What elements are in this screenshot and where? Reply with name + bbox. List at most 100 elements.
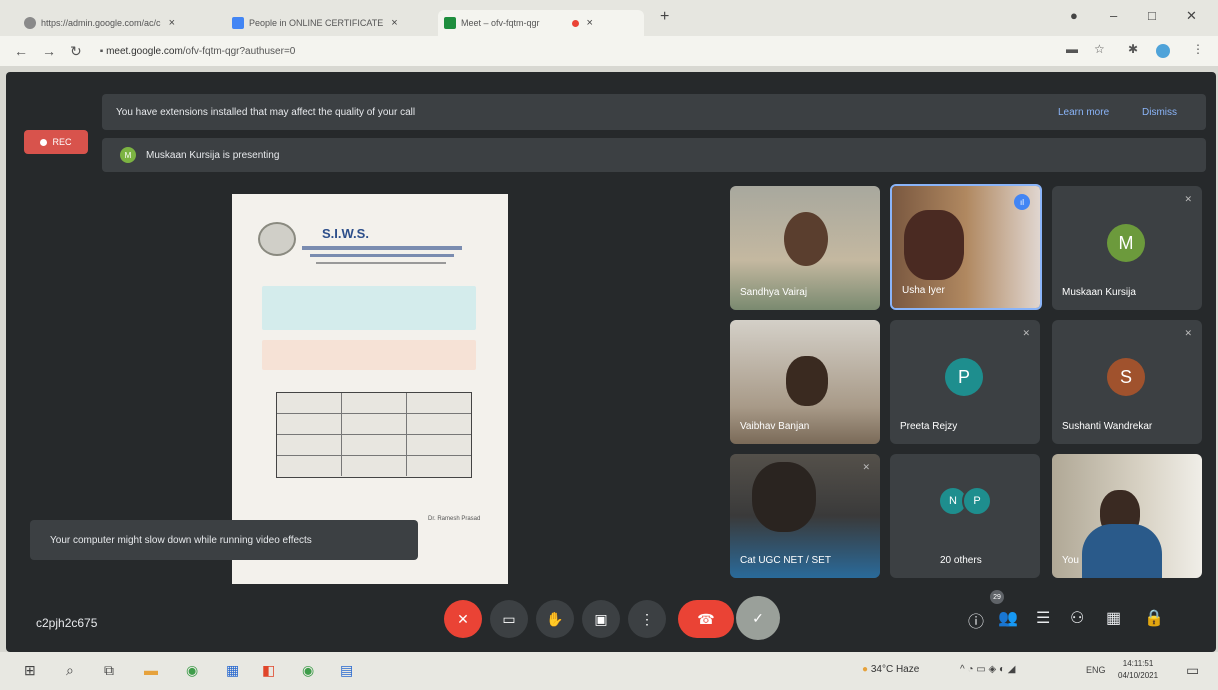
participant-tile[interactable]: ✕ M Muskaan Kursija	[1052, 186, 1202, 310]
participant-name: Cat UGC NET / SET	[740, 555, 831, 566]
camera-toggle-button[interactable]: ▭	[490, 600, 528, 638]
chat-icon[interactable]: ☰	[1036, 608, 1050, 628]
banner-message: You have extensions installed that may a…	[116, 106, 416, 118]
record-icon[interactable]: ●	[1070, 8, 1078, 23]
participant-name: Usha Iyer	[902, 285, 945, 296]
checkmark-button[interactable]: ✓	[736, 596, 780, 640]
end-call-button[interactable]: ☎	[678, 600, 734, 638]
notification-icon[interactable]: ▭	[1186, 662, 1199, 679]
task-view-icon[interactable]: ⧉	[104, 662, 114, 679]
globe-icon	[24, 17, 36, 29]
mic-off-icon: ✕	[1022, 328, 1030, 338]
app-icon[interactable]: ▤	[340, 662, 353, 679]
person-shoulders	[1082, 524, 1162, 578]
info-icon[interactable]: ⓘ	[968, 608, 984, 632]
participant-avatar: M	[1107, 224, 1145, 262]
performance-toast: Your computer might slow down while runn…	[30, 520, 418, 560]
close-icon[interactable]: ×	[391, 17, 397, 29]
people-icon[interactable]: 👥	[998, 608, 1018, 628]
search-icon[interactable]: ⌕	[66, 662, 74, 679]
doc-programme-block	[262, 340, 476, 370]
participant-tile[interactable]: ✕ P Preeta Rejzy	[890, 320, 1040, 444]
close-icon[interactable]: ×	[587, 17, 593, 29]
weather-widget[interactable]: ● 34°C Haze	[862, 664, 919, 675]
extensions-icon[interactable]: ✱	[1128, 42, 1138, 56]
speaking-icon: ıl	[1014, 194, 1030, 210]
forward-icon[interactable]: →	[42, 43, 56, 59]
star-icon[interactable]: ☆	[1094, 42, 1105, 56]
host-controls-icon[interactable]: 🔒	[1144, 608, 1164, 628]
learn-more-link[interactable]: Learn more	[1058, 107, 1109, 118]
others-tile[interactable]: N P 20 others	[890, 454, 1040, 578]
participant-tile[interactable]: ✕ S Sushanti Wandrekar	[1052, 320, 1202, 444]
recording-dot-icon	[571, 19, 579, 27]
present-button[interactable]: ▣	[582, 600, 620, 638]
url-field[interactable]: ▪ meet.google.com/ofv-fqtm-qgr?authuser=…	[100, 46, 296, 57]
mic-off-icon: ✕	[862, 462, 870, 472]
profile-avatar[interactable]	[1156, 44, 1170, 58]
tab-people[interactable]: People in ONLINE CERTIFICATE ×	[232, 10, 428, 36]
url-host: meet.google.com	[106, 45, 183, 57]
doc-table	[276, 392, 472, 478]
store-icon[interactable]: ▦	[226, 662, 239, 679]
participant-tile[interactable]: ✕ Cat UGC NET / SET	[730, 454, 880, 578]
participant-tile[interactable]: Vaibhav Banjan	[730, 320, 880, 444]
tab-label: https://admin.google.com/ac/c	[41, 18, 161, 28]
tab-admin[interactable]: https://admin.google.com/ac/c ×	[24, 10, 220, 36]
new-tab-button[interactable]: +	[660, 8, 669, 26]
tab-label: Meet – ofv-fqtm-qgr	[461, 18, 540, 28]
chrome-app-icon[interactable]: ◉	[302, 662, 314, 679]
camera-icon[interactable]: ▬	[1066, 42, 1078, 56]
college-logo	[258, 222, 296, 256]
close-window-icon[interactable]: ✕	[1186, 8, 1197, 24]
person-silhouette	[784, 212, 828, 266]
participant-tile[interactable]: ıl Usha Iyer	[890, 184, 1042, 310]
clock-time: 14:11:51	[1122, 659, 1154, 668]
address-bar: ← → ↻ ▪ meet.google.com/ofv-fqtm-qgr?aut…	[0, 36, 1218, 66]
classroom-icon	[232, 17, 244, 29]
participant-name: Vaibhav Banjan	[740, 421, 810, 432]
tab-label: People in ONLINE CERTIFICATE	[249, 18, 384, 28]
minimize-icon[interactable]: –	[1110, 8, 1117, 23]
doc-line	[316, 262, 446, 264]
office-icon[interactable]: ◧	[262, 662, 275, 679]
raise-hand-button[interactable]: ✋	[536, 600, 574, 638]
weather-text: 34°C Haze	[870, 664, 920, 675]
participant-avatar: S	[1107, 358, 1145, 396]
menu-icon[interactable]: ⋮	[1192, 42, 1204, 56]
participant-avatar: P	[945, 358, 983, 396]
tray-icons[interactable]: ^ ◔ ▭ ◈ ◐ ◢	[960, 664, 1016, 675]
toast-message: Your computer might slow down while runn…	[50, 534, 312, 546]
mic-toggle-button[interactable]: ✕	[444, 600, 482, 638]
activities-icon[interactable]: ⚇	[1070, 608, 1084, 628]
tab-meet[interactable]: Meet – ofv-fqtm-qgr ×	[438, 10, 644, 36]
language-indicator[interactable]: ENG	[1086, 665, 1106, 675]
self-tile[interactable]: You	[1052, 454, 1202, 578]
participant-name: Sushanti Wandrekar	[1062, 421, 1153, 432]
presenter-avatar: M	[120, 147, 136, 163]
system-clock[interactable]: 14:11:51 04/10/2021	[1118, 658, 1158, 682]
dismiss-button[interactable]: Dismiss	[1142, 107, 1177, 118]
doc-course-block	[262, 286, 476, 330]
reload-icon[interactable]: ↻	[70, 43, 82, 60]
doc-signature: Dr. Ramesh Prasad	[428, 516, 481, 522]
meet-icon	[444, 17, 456, 29]
grid-icon[interactable]: ▦	[1106, 608, 1121, 628]
weather-icon: ●	[862, 664, 869, 675]
participant-tile[interactable]: Sandhya Vairaj	[730, 186, 880, 310]
maximize-icon[interactable]: □	[1148, 8, 1156, 23]
doc-line	[302, 246, 462, 250]
meet-area: You have extensions installed that may a…	[6, 72, 1216, 652]
chrome-icon[interactable]: ◉	[186, 662, 198, 679]
participant-name: Preeta Rejzy	[900, 421, 958, 432]
extensions-banner: You have extensions installed that may a…	[102, 94, 1206, 130]
record-dot-icon	[40, 138, 48, 146]
windows-start-icon[interactable]: ⊞	[24, 662, 36, 679]
file-explorer-icon[interactable]: ▬	[144, 662, 158, 678]
close-icon[interactable]: ×	[169, 17, 175, 29]
url-path: /ofv-fqtm-qgr?authuser=0	[182, 45, 296, 57]
back-icon[interactable]: ←	[14, 43, 28, 59]
recording-badge: REC	[24, 130, 88, 154]
rec-label: REC	[52, 137, 72, 147]
more-options-button[interactable]: ⋮	[628, 600, 666, 638]
